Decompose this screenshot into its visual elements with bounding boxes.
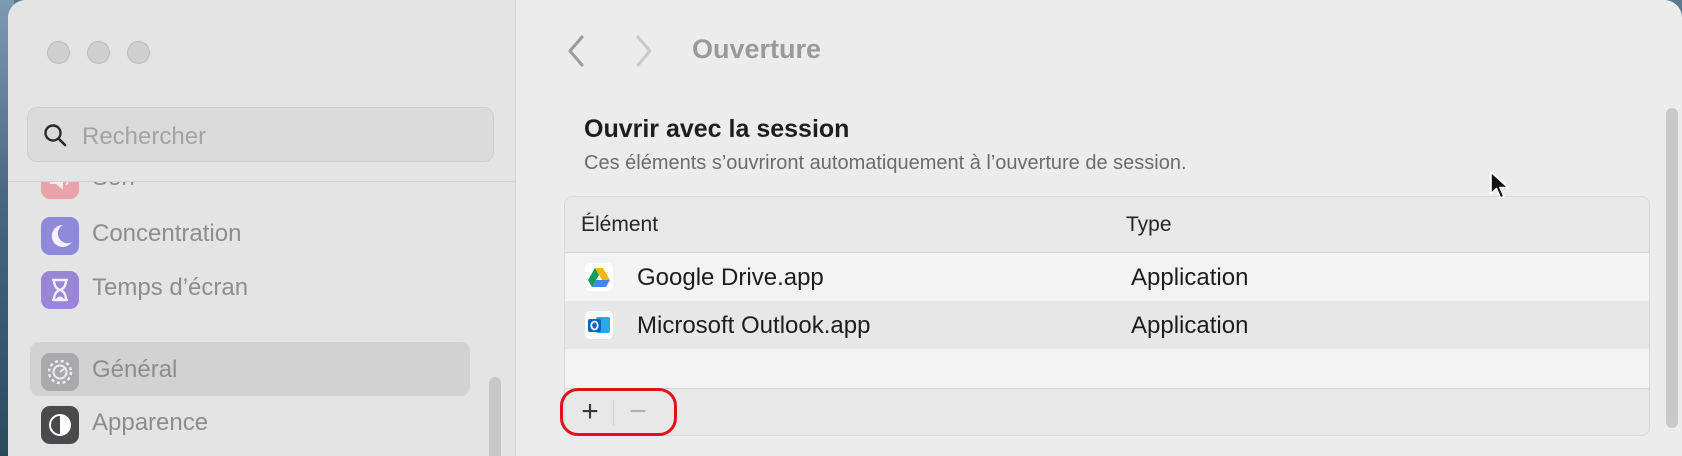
sidebar-scrollbar[interactable] — [489, 377, 501, 456]
zoom-window-button[interactable] — [127, 41, 150, 64]
main-scrollbar[interactable] — [1666, 108, 1678, 428]
sidebar-item-son[interactable]: Son — [30, 182, 470, 204]
chevron-right-icon[interactable] — [632, 33, 656, 69]
sidebar-item-label: Général — [92, 356, 178, 383]
page-title: Ouverture — [692, 34, 822, 64]
search-input[interactable]: Rechercher — [82, 123, 206, 151]
sidebar-list: Son Concentration Tem — [8, 182, 515, 456]
appearance-icon — [41, 406, 79, 444]
section-title: Ouvrir avec la session — [584, 115, 850, 143]
outlook-icon — [585, 311, 613, 339]
sidebar-item-label: Concentration — [92, 220, 242, 247]
column-header-type[interactable]: Type — [1126, 213, 1172, 237]
row-name: Google Drive.app — [637, 264, 824, 291]
search-icon — [44, 124, 67, 147]
mouse-pointer-icon — [1490, 171, 1509, 199]
sidebar-item-label: Son — [92, 182, 135, 192]
close-window-button[interactable] — [47, 41, 70, 64]
chevron-left-icon[interactable] — [564, 33, 588, 69]
main-pane: Ouverture Ouvrir avec la session Ces élé… — [516, 0, 1682, 456]
speaker-icon — [41, 182, 79, 199]
table-row[interactable]: Google Drive.app Application — [565, 253, 1649, 301]
row-type: Application — [1131, 312, 1249, 339]
table-footer-toolbar: + − — [565, 388, 1649, 435]
annotation-highlight — [560, 388, 677, 436]
column-header-element[interactable]: Élément — [581, 213, 658, 237]
table-row[interactable]: Microsoft Outlook.app Application — [565, 301, 1649, 349]
table-header: Élément Type — [565, 197, 1649, 253]
sidebar-item-temps-ecran[interactable]: Temps d’écran — [30, 260, 470, 314]
hourglass-icon — [41, 271, 79, 309]
sidebar-item-label: Temps d’écran — [92, 274, 249, 301]
minimize-window-button[interactable] — [87, 41, 110, 64]
settings-window: Rechercher Son — [8, 0, 1682, 456]
google-drive-icon — [585, 263, 613, 291]
sidebar-item-general[interactable]: Général — [30, 342, 470, 396]
moon-icon — [41, 217, 79, 255]
gear-icon — [41, 353, 79, 391]
sidebar-item-concentration[interactable]: Concentration — [30, 206, 470, 260]
sidebar-item-apparence[interactable]: Apparence — [30, 395, 470, 449]
row-type: Application — [1131, 264, 1249, 291]
section-subtitle: Ces éléments s’ouvriront automatiquement… — [584, 152, 1187, 174]
sidebar: Rechercher Son — [8, 0, 516, 456]
search-field[interactable]: Rechercher — [27, 107, 494, 162]
sidebar-item-label: Apparence — [92, 409, 209, 436]
login-items-table: Élément Type Google Drive.app Applicatio… — [564, 196, 1650, 436]
row-name: Microsoft Outlook.app — [637, 312, 871, 339]
